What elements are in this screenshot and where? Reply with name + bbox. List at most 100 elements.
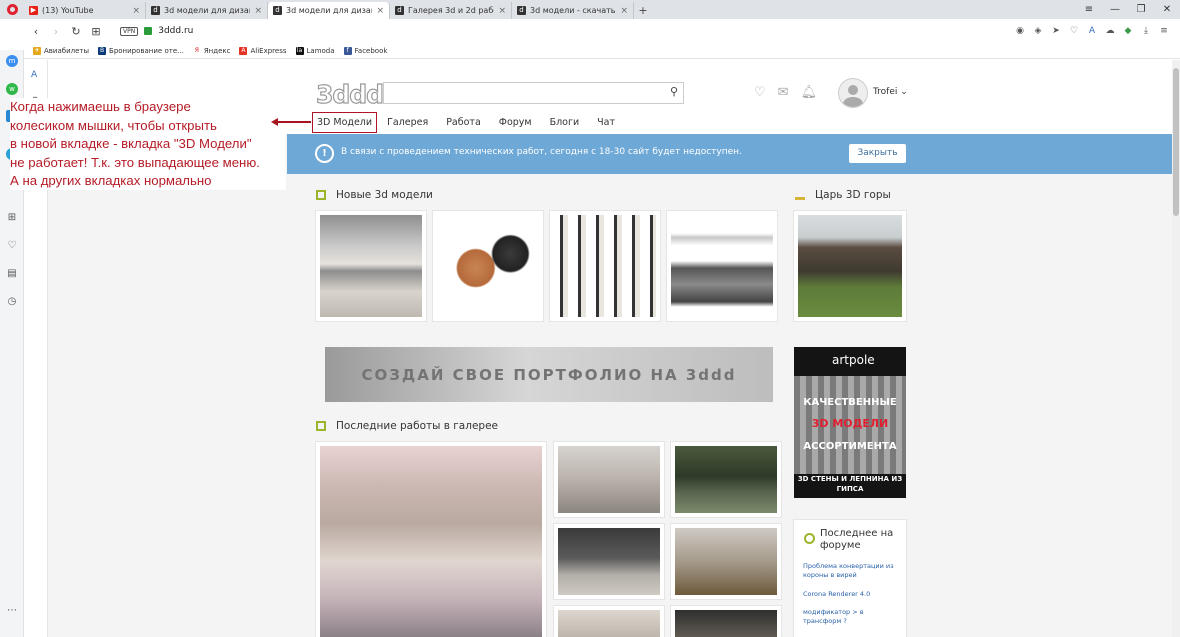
translate-icon[interactable]: A: [1086, 26, 1098, 36]
section-title-king[interactable]: Царь 3D горы: [795, 189, 891, 201]
scrollbar[interactable]: [1172, 60, 1180, 637]
bookmark-item[interactable]: la Lamoda: [295, 46, 335, 55]
forum-link[interactable]: Corona Renderer 4.0: [803, 590, 903, 599]
bookmark-item[interactable]: B Бронирование оте...: [98, 46, 184, 55]
annotation-line: А на других вкладках нормально: [10, 173, 212, 188]
king-thumbnail[interactable]: [794, 211, 906, 321]
tab-menu-icon[interactable]: ≡: [1076, 0, 1102, 19]
portfolio-promo[interactable]: СОЗДАЙ СВОЕ ПОРТФОЛИО НА 3ddd: [325, 347, 773, 402]
close-tab-icon[interactable]: ×: [254, 6, 262, 16]
menu-forum[interactable]: Форум: [499, 117, 532, 128]
heart-icon[interactable]: ♡: [6, 240, 18, 252]
youtube-icon: ▶: [29, 6, 38, 15]
forum-link[interactable]: Проблема конвертации из короны в вирей: [803, 562, 903, 580]
browser-tab[interactable]: d3d модели - скачать на 3d×: [512, 2, 634, 19]
gallery-thumbnail[interactable]: [316, 442, 546, 637]
user-menu[interactable]: Trofei ⌄: [873, 87, 908, 97]
yandex-icon: Я: [192, 46, 201, 55]
model-thumbnail[interactable]: [316, 211, 426, 321]
shield-icon[interactable]: ◈: [1032, 26, 1044, 36]
section-title-gallery[interactable]: Последние работы в галерее: [316, 420, 498, 432]
gallery-thumbnail[interactable]: [671, 524, 781, 599]
close-button[interactable]: Закрыть: [849, 144, 906, 163]
gallery-thumbnail[interactable]: [554, 606, 664, 637]
vpn-badge[interactable]: VPN: [120, 26, 139, 36]
gallery-thumbnail[interactable]: [554, 442, 664, 517]
menu-blogs[interactable]: Блоги: [550, 117, 580, 128]
scrollbar-thumb[interactable]: [1173, 68, 1179, 216]
extension-icon[interactable]: ◆: [1122, 26, 1134, 36]
ad-line: АССОРТИМЕНТА: [803, 441, 897, 452]
close-window-icon[interactable]: ✕: [1154, 0, 1180, 19]
forum-widget: Последнее на форуме Проблема конвертации…: [794, 520, 906, 637]
bell-icon[interactable]: 🔔︎: [801, 85, 818, 100]
messenger-icon[interactable]: m: [6, 55, 18, 67]
close-tab-icon[interactable]: ×: [498, 6, 506, 16]
toolbar-icons: ◉ ◈ ➤ ♡ A ☁ ◆ ⤓ ≡: [1014, 19, 1170, 43]
ad-line: 3D МОДЕЛИ: [811, 417, 889, 430]
favorites-icon[interactable]: ♡: [754, 85, 766, 100]
3ddd-icon: d: [395, 6, 404, 15]
lock-icon[interactable]: [144, 27, 153, 35]
opera-menu-icon[interactable]: [0, 0, 24, 19]
browser-tab-active[interactable]: d3d модели для дизайнеров×: [268, 2, 390, 19]
cloud-icon[interactable]: ☁: [1104, 26, 1116, 36]
browser-tab[interactable]: dГалерея 3d и 2d работ на×: [390, 2, 512, 19]
url-field[interactable]: 3ddd.ru: [158, 26, 193, 36]
menu-3d-models[interactable]: 3D Модели: [312, 112, 378, 133]
bookmark-item[interactable]: A AliExpress: [239, 46, 287, 55]
apps-icon[interactable]: ⊞: [6, 212, 18, 224]
search-icon[interactable]: ⚲: [670, 85, 678, 98]
forum-link[interactable]: модификатор > в трансформ ?: [803, 608, 903, 626]
whatsapp-icon[interactable]: w: [6, 83, 18, 95]
menu-chat[interactable]: Чат: [597, 117, 615, 128]
bookmark-item[interactable]: Я Яндекс: [192, 46, 230, 55]
model-thumbnail[interactable]: [667, 211, 777, 321]
section-title-new-models[interactable]: Новые 3d модели: [316, 189, 433, 201]
artpole-ad[interactable]: artpole КАЧЕСТВЕННЫЕ 3D МОДЕЛИ АССОРТИМЕ…: [794, 347, 906, 498]
back-icon[interactable]: ‹: [26, 25, 46, 38]
browser-tab[interactable]: d3d модели для дизайнеров×: [146, 2, 268, 19]
close-tab-icon[interactable]: ×: [132, 6, 140, 16]
gallery-thumbnail[interactable]: [671, 442, 781, 517]
close-tab-icon[interactable]: ×: [620, 6, 628, 16]
browser-tab[interactable]: ▶ (13) YouTube ×: [24, 2, 146, 19]
avatar[interactable]: [838, 78, 868, 108]
gallery-thumbnail[interactable]: [554, 524, 664, 599]
heart-icon[interactable]: ♡: [1068, 26, 1080, 36]
translate-icon[interactable]: A: [31, 70, 37, 80]
download-icon[interactable]: ⤓: [1140, 26, 1152, 36]
more-icon[interactable]: ⋯: [6, 605, 18, 617]
settings-icon[interactable]: ≡: [1158, 26, 1170, 36]
forward-icon[interactable]: ›: [46, 25, 66, 38]
maximize-icon[interactable]: ❐: [1128, 0, 1154, 19]
reload-icon[interactable]: ↻: [66, 25, 86, 38]
menu-work[interactable]: Работа: [446, 117, 481, 128]
model-thumbnail[interactable]: [550, 211, 660, 321]
bookmark-item[interactable]: f Facebook: [343, 46, 387, 55]
send-icon[interactable]: ➤: [1050, 26, 1062, 36]
history-icon[interactable]: ◷: [6, 296, 18, 308]
bookmark-item[interactable]: ✈ Авиабилеты: [33, 46, 89, 55]
forum-title: Последнее на форуме: [820, 528, 894, 551]
header-icons: ♡ ✉ 🔔︎: [754, 85, 817, 100]
grid-icon[interactable]: ⊞: [86, 25, 106, 38]
news-icon[interactable]: ▤: [6, 268, 18, 280]
lamoda-icon: la: [295, 46, 304, 55]
bookmarks-bar: ✈ Авиабилеты B Бронирование оте... Я Яндекс…: [0, 43, 1180, 59]
search-input[interactable]: ⚲: [383, 82, 684, 104]
camera-icon[interactable]: ◉: [1014, 26, 1026, 36]
site-logo[interactable]: 3ddd: [315, 79, 384, 109]
model-thumbnail[interactable]: [433, 211, 543, 321]
close-tab-icon[interactable]: ×: [376, 6, 384, 16]
gallery-icon: [316, 421, 326, 431]
new-tab-button[interactable]: +: [634, 2, 652, 19]
annotation-note: Когда нажимаешь в браузере колесиком мыш…: [10, 98, 286, 190]
booking-icon: B: [98, 46, 107, 55]
mail-icon[interactable]: ✉: [778, 85, 789, 100]
menu-gallery[interactable]: Галерея: [387, 117, 428, 128]
notice-text: В связи с проведением технических работ,…: [341, 147, 742, 157]
gallery-thumbnail[interactable]: [671, 606, 781, 637]
minimize-icon[interactable]: —: [1102, 0, 1128, 19]
bookmark-icon: [316, 190, 326, 200]
